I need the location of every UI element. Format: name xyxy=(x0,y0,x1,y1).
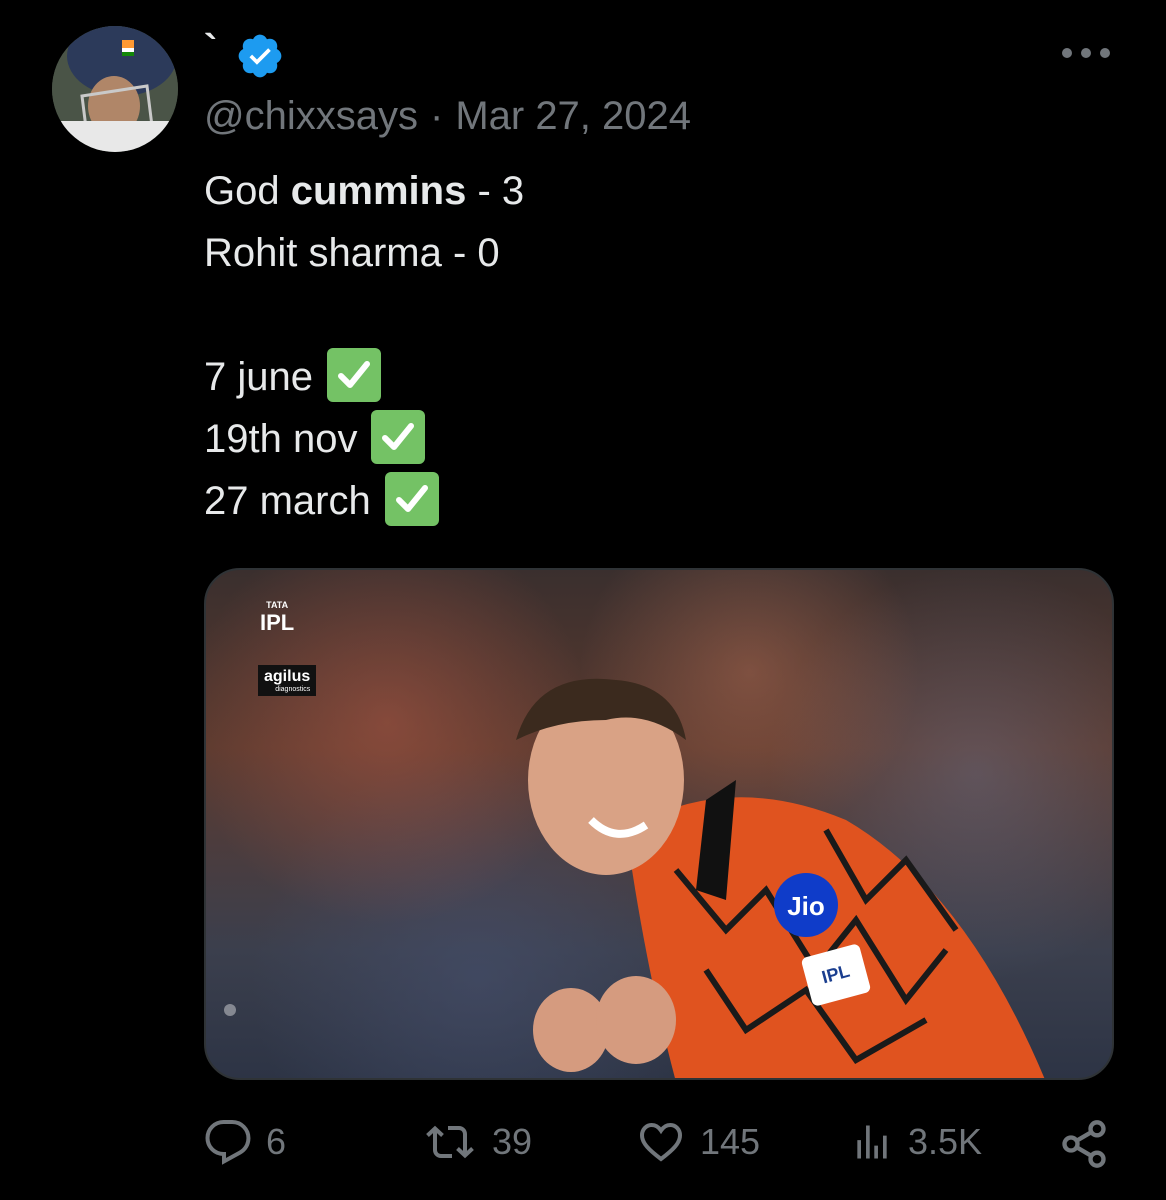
ipl-logo: TATA IPL xyxy=(260,600,295,635)
share-button[interactable] xyxy=(1058,1118,1110,1170)
views-count: 3.5K xyxy=(908,1121,983,1162)
more-options-icon[interactable] xyxy=(1062,48,1110,62)
share-icon xyxy=(1062,1120,1106,1168)
tweet-media-image[interactable]: Jio IPL TATA IPL agilus diagnostics xyxy=(204,568,1114,1080)
reply-icon xyxy=(205,1120,251,1165)
display-name[interactable]: ` xyxy=(204,29,217,69)
tweet-line-4: 19th nov xyxy=(204,408,524,470)
handle[interactable]: @chixxsays xyxy=(204,94,418,139)
tweet-header: ` @chixxsays · Mar 27, 2024 xyxy=(204,28,1126,148)
tweet-line-3: 7 june xyxy=(204,346,524,408)
reply-count: 6 xyxy=(266,1121,287,1162)
svg-text:Jio: Jio xyxy=(787,891,825,921)
player-photo: Jio IPL xyxy=(224,678,1045,1078)
tweet-date[interactable]: Mar 27, 2024 xyxy=(455,94,691,139)
check-mark-icon xyxy=(326,348,381,403)
heart-icon xyxy=(639,1122,683,1162)
views-icon xyxy=(857,1125,887,1159)
repost-count: 39 xyxy=(492,1121,533,1162)
like-button[interactable]: 145 xyxy=(636,1118,760,1166)
repost-icon xyxy=(426,1125,474,1159)
tweet-line-1: God cummins - 3 xyxy=(204,169,525,213)
meta-separator: · xyxy=(429,94,444,138)
sponsor-logo: agilus diagnostics xyxy=(258,665,317,696)
action-bar: 6 39 145 3.5K xyxy=(204,1118,1112,1178)
verified-badge-icon xyxy=(238,34,282,78)
tweet-line-5: 27 march xyxy=(204,470,524,532)
views-button[interactable]: 3.5K xyxy=(850,1118,982,1166)
like-count: 145 xyxy=(700,1121,761,1162)
tweet: ` @chixxsays · Mar 27, 2024 God cummins … xyxy=(0,0,1166,1200)
bold-name: cummins xyxy=(290,169,467,213)
check-mark-icon xyxy=(371,410,426,465)
avatar[interactable] xyxy=(52,26,178,152)
meta-row: @chixxsays · Mar 27, 2024 xyxy=(204,94,691,139)
repost-button[interactable]: 39 xyxy=(422,1118,532,1166)
check-mark-icon xyxy=(384,472,439,527)
tweet-line-2: Rohit sharma - 0 xyxy=(204,231,500,275)
display-name-row: ` xyxy=(204,28,285,84)
tweet-text: God cummins - 3 Rohit sharma - 0 7 june … xyxy=(204,160,524,532)
reply-button[interactable]: 6 xyxy=(204,1118,286,1166)
